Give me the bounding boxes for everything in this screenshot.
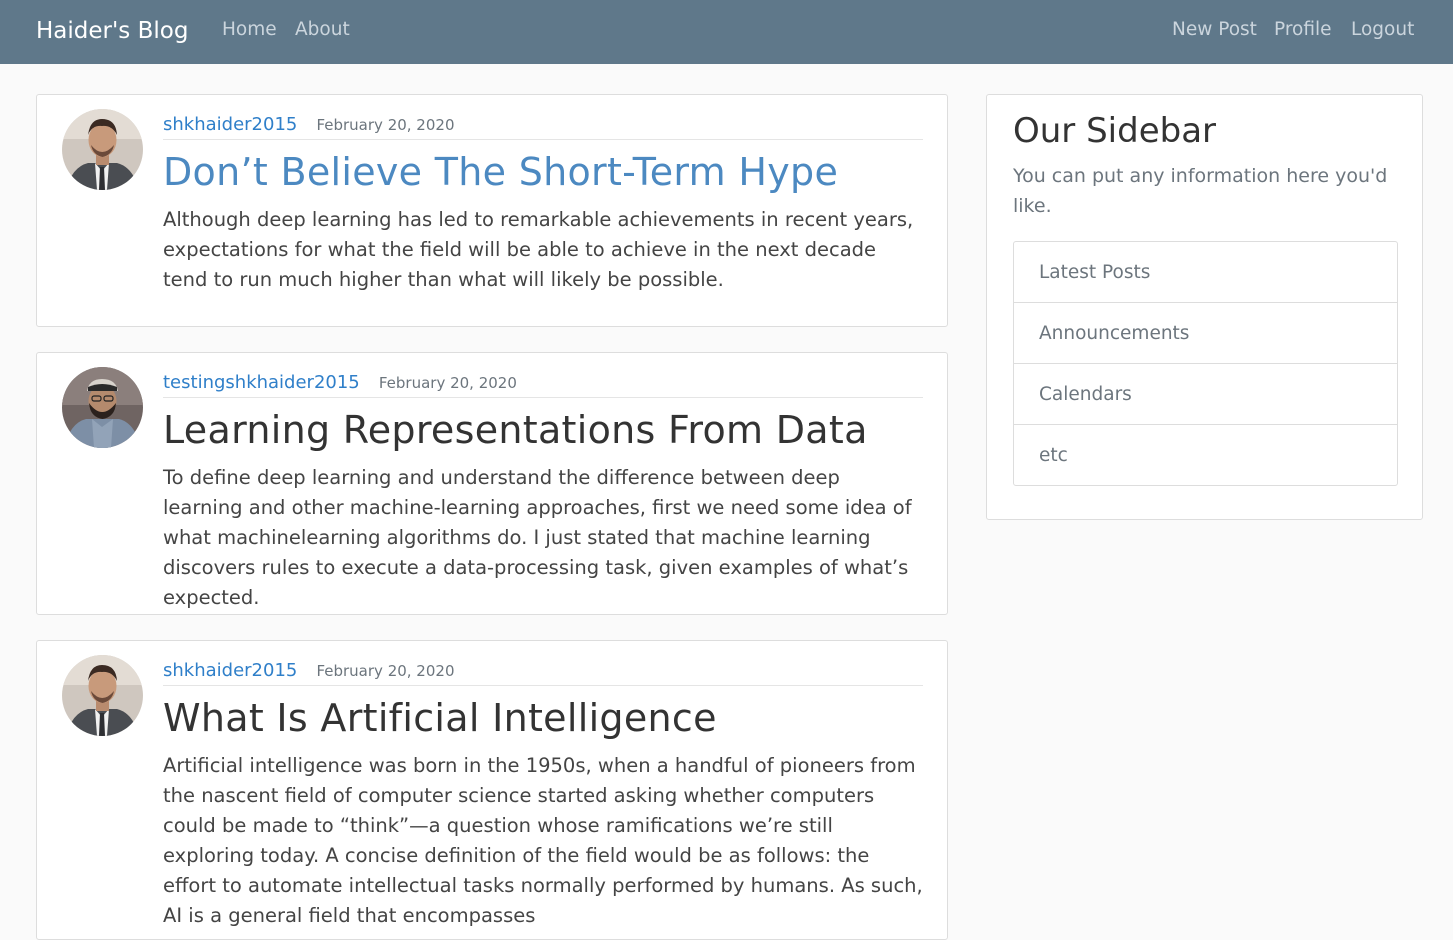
post-content: To define deep learning and understand t… xyxy=(163,466,912,609)
author-avatar xyxy=(62,367,143,448)
author-avatar xyxy=(62,109,143,190)
nav-profile-link[interactable]: Profile xyxy=(1274,16,1332,44)
post-card: shkhaider2015 February 20, 2020 Don’t Be… xyxy=(36,94,948,327)
post-date: February 20, 2020 xyxy=(316,662,455,680)
post-meta: testingshkhaider2015 February 20, 2020 xyxy=(163,369,923,398)
sidebar: Our Sidebar You can put any information … xyxy=(986,94,1423,520)
author-link[interactable]: testingshkhaider2015 xyxy=(163,372,360,393)
post-content: Although deep learning has led to remark… xyxy=(163,208,914,291)
sidebar-title: Our Sidebar xyxy=(1013,111,1217,151)
post-date: February 20, 2020 xyxy=(316,116,455,134)
navbar: Haider's Blog Home About New Post Profil… xyxy=(0,0,1453,64)
nav-about-link[interactable]: About xyxy=(295,16,350,44)
sidebar-item-etc[interactable]: etc xyxy=(1014,425,1397,485)
author-avatar xyxy=(62,655,143,736)
post-title-link[interactable]: What Is Artificial Intelligence xyxy=(163,693,717,743)
sidebar-list: Latest Posts Announcements Calendars etc xyxy=(1013,241,1398,486)
sidebar-item-announcements[interactable]: Announcements xyxy=(1014,303,1397,364)
nav-home-link[interactable]: Home xyxy=(222,16,277,44)
brand-link[interactable]: Haider's Blog xyxy=(36,14,188,48)
nav-new-post-link[interactable]: New Post xyxy=(1172,16,1257,44)
post-title-link[interactable]: Don’t Believe The Short-Term Hype xyxy=(163,147,838,197)
post-content: Artificial intelligence was born in the … xyxy=(163,754,923,927)
sidebar-item-latest-posts[interactable]: Latest Posts xyxy=(1014,242,1397,303)
author-link[interactable]: shkhaider2015 xyxy=(163,114,297,135)
post-card: testingshkhaider2015 February 20, 2020 L… xyxy=(36,352,948,615)
nav-logout-link[interactable]: Logout xyxy=(1351,16,1414,44)
post-meta: shkhaider2015 February 20, 2020 xyxy=(163,657,923,686)
post-date: February 20, 2020 xyxy=(378,374,517,392)
author-link[interactable]: shkhaider2015 xyxy=(163,660,297,681)
post-title-link[interactable]: Learning Representations From Data xyxy=(163,405,868,455)
sidebar-description: You can put any information here you'd l… xyxy=(1013,165,1388,217)
sidebar-item-calendars[interactable]: Calendars xyxy=(1014,364,1397,425)
post-meta: shkhaider2015 February 20, 2020 xyxy=(163,111,923,140)
post-card: shkhaider2015 February 20, 2020 What Is … xyxy=(36,640,948,940)
